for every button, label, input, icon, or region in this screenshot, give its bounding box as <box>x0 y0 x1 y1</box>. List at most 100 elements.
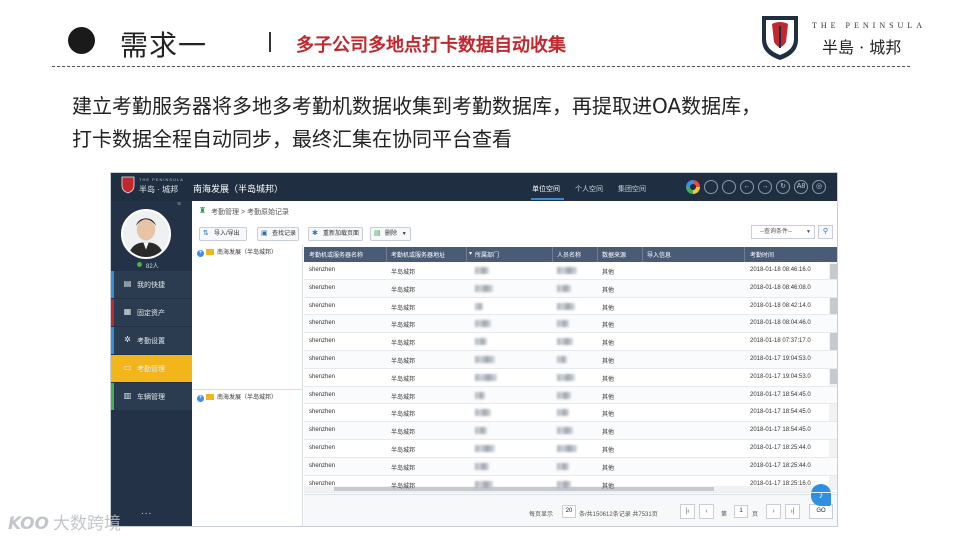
tree-node[interactable]: + 南海发展（半岛城邦） <box>197 247 277 257</box>
cell-server-address: 半岛城邦 <box>391 412 416 419</box>
sidebar-item-assets[interactable]: ▦ 固定资产 <box>111 299 192 326</box>
tab-unit-space[interactable]: 单位空间 <box>532 184 560 194</box>
cell-attendance-time: 2018-01-18 08:46:16.0 <box>750 267 811 273</box>
cell-server-name: shenzhen <box>309 480 336 487</box>
forward-icon[interactable]: → <box>758 180 772 194</box>
online-status-icon <box>137 262 142 267</box>
query-condition-select[interactable]: --查询条件-- ▼ <box>751 225 815 239</box>
per-page-input[interactable]: 20 <box>562 505 576 518</box>
logo-english-text: THE PENINSULA <box>812 21 926 30</box>
company-name: 南海发展（半岛城邦） <box>193 184 284 194</box>
sidebar-item-shortcuts[interactable]: ▤ 我的快捷 <box>111 271 192 298</box>
table-row[interactable]: shenzhen 半岛城邦 其他 2018-01-17 18:25:44.0 <box>304 457 837 476</box>
tab-personal-space[interactable]: 个人空间 <box>575 184 603 194</box>
table-row[interactable]: shenzhen 半岛城邦 其他 2018-01-17 19:04:53.0 <box>304 369 837 387</box>
brand-chinese: 半岛 · 城邦 <box>139 185 179 194</box>
table-row[interactable]: shenzhen 半岛城邦 其他 2018-01-18 08:04:46.0 <box>304 315 837 334</box>
column-header[interactable]: 导入信息 <box>647 250 671 259</box>
divider <box>52 66 910 67</box>
sidebar-item-attendance-management[interactable]: ▭ 考勤管理 <box>111 355 192 382</box>
cell-data-source: 其他 <box>602 465 615 472</box>
chevron-down-icon: ▼ <box>401 231 407 237</box>
table-row[interactable]: shenzhen 半岛城邦 其他 2018-01-17 18:25:44.0 <box>304 440 837 458</box>
table-row[interactable]: shenzhen 半岛城邦 其他 2018-01-17 18:54:45.0 <box>304 404 837 423</box>
body-text: 建立考勤服务器将多地多考勤机数据收集到考勤数据库，再提取进OA数据库， 打卡数据… <box>72 90 912 156</box>
cell-data-source: 其他 <box>602 341 615 348</box>
cell-person-redacted <box>557 462 569 470</box>
table-row[interactable]: shenzhen 半岛城邦 其他 2018-01-17 19:04:53.0 <box>304 351 837 369</box>
last-page-button[interactable]: ›| <box>785 504 800 519</box>
table-row[interactable]: shenzhen 半岛城邦 其他 2018-01-18 07:37:17.0 <box>304 333 837 351</box>
delete-icon: ▤ <box>374 230 381 237</box>
table-row[interactable]: shenzhen 半岛城邦 其他 2018-01-17 18:54:45.0 <box>304 386 837 405</box>
collapse-icon[interactable]: ≡ <box>177 201 181 208</box>
cell-department-redacted <box>475 462 489 470</box>
find-record-button[interactable]: ▣ 查找记录 <box>257 227 299 241</box>
cell-server-name: shenzhen <box>309 356 336 362</box>
column-header[interactable]: 所属部门 <box>475 250 499 259</box>
sidebar-item-label: 车辆管理 <box>137 394 165 401</box>
cell-attendance-time: 2018-01-17 18:25:44.0 <box>750 445 811 451</box>
delete-button[interactable]: ▤ 删除 ▼ <box>370 227 411 241</box>
cell-department-redacted <box>475 373 497 381</box>
reload-page-button[interactable]: ✱ 重新加载页面 <box>308 227 363 241</box>
column-header[interactable]: 考勤机或服务器地址 <box>391 250 445 259</box>
sidebar-item-vehicles[interactable]: ▥ 车辆管理 <box>111 383 192 410</box>
prev-page-button[interactable]: ‹ <box>699 504 714 519</box>
cell-server-name: shenzhen <box>309 373 336 380</box>
table-row[interactable]: shenzhen 半岛城邦 其他 2018-01-18 08:46:16.0 <box>304 262 837 280</box>
font-size-icon[interactable]: A8 <box>794 180 808 194</box>
table-row[interactable]: shenzhen 半岛城邦 其他 2018-01-17 18:25:16.0 <box>304 476 837 494</box>
logo-chinese-text: 半島 · 城邦 <box>822 38 902 57</box>
tree-node[interactable]: + 南海发展（半岛城邦） <box>193 389 303 404</box>
circle-icon[interactable] <box>722 180 736 194</box>
cell-department-redacted <box>475 320 491 328</box>
watermark-text: 大数跨境 <box>53 514 121 534</box>
sort-icon[interactable]: ▾ <box>469 250 472 257</box>
column-header[interactable]: 数据来源 <box>602 250 626 259</box>
body-line-1: 建立考勤服务器将多地多考勤机数据收集到考勤数据库，再提取进OA数据库， <box>72 94 762 118</box>
gear-icon: ✲ <box>124 335 131 344</box>
table-row[interactable]: shenzhen 半岛城邦 其他 2018-01-18 08:46:08.0 <box>304 279 837 298</box>
refresh-icon[interactable]: ↻ <box>776 180 790 194</box>
cell-department-redacted <box>475 427 487 435</box>
slide-subtitle: 多子公司多地点打卡数据自动收集 <box>296 35 566 56</box>
sidebar-item-attendance-settings[interactable]: ✲ 考勤设置 <box>111 327 192 354</box>
expand-icon[interactable]: + <box>197 250 204 257</box>
column-header[interactable]: 人员名称 <box>557 250 581 259</box>
first-page-button[interactable]: |‹ <box>680 504 695 519</box>
tab-group-space[interactable]: 集团空间 <box>618 184 646 194</box>
column-header[interactable]: 考勤时间 <box>750 250 774 259</box>
cell-attendance-time: 2018-01-18 07:37:17.0 <box>750 338 811 345</box>
sidebar: ≡ 82人 ▤ 我的快捷 ▦ 固定资产 ✲ 考勤设置 ▭ 考勤管理 ▥ 车辆管理 <box>111 201 192 526</box>
search-icon: ⚲ <box>822 228 829 235</box>
color-wheel-icon[interactable] <box>686 180 700 194</box>
cell-person-redacted <box>557 409 569 417</box>
next-page-button[interactable]: › <box>766 504 781 519</box>
cell-data-source: 其他 <box>602 305 615 312</box>
import-export-button[interactable]: ⇅ 导入/导出 <box>199 227 247 241</box>
table-row[interactable]: shenzhen 半岛城邦 其他 2018-01-17 18:54:45.0 <box>304 422 837 440</box>
go-button[interactable]: GO <box>809 504 833 519</box>
cell-server-name: shenzhen <box>309 338 336 345</box>
column-header[interactable]: 考勤机或服务器名称 <box>309 250 363 259</box>
settings-icon[interactable]: ◎ <box>812 180 826 194</box>
cell-server-address: 半岛城邦 <box>391 341 416 348</box>
more-menu[interactable]: ... <box>141 506 152 517</box>
circle-icon[interactable] <box>704 180 718 194</box>
column-divider <box>466 247 467 262</box>
tree-node-label: 南海发展（半岛城邦） <box>217 395 278 401</box>
page-prefix: 第 <box>721 512 728 518</box>
peninsula-shield-logo <box>762 16 798 60</box>
search-button[interactable]: ⚲ <box>818 225 833 239</box>
button-label: 重新加载页面 <box>323 231 360 237</box>
table-header: 考勤机或服务器名称 考勤机或服务器地址 ▾ 所属部门 人员名称 数据来源 导入信… <box>304 247 837 262</box>
cell-server-address: 半岛城邦 <box>391 465 416 472</box>
expand-icon[interactable]: + <box>197 395 204 402</box>
table-row[interactable]: shenzhen 半岛城邦 其他 2018-01-18 08:42:14.0 <box>304 298 837 316</box>
back-icon[interactable]: ← <box>740 180 754 194</box>
cell-data-source: 其他 <box>602 287 615 294</box>
page-number-input[interactable]: 1 <box>734 505 748 518</box>
avatar[interactable] <box>121 209 171 259</box>
cell-server-address: 半岛城邦 <box>391 359 416 365</box>
